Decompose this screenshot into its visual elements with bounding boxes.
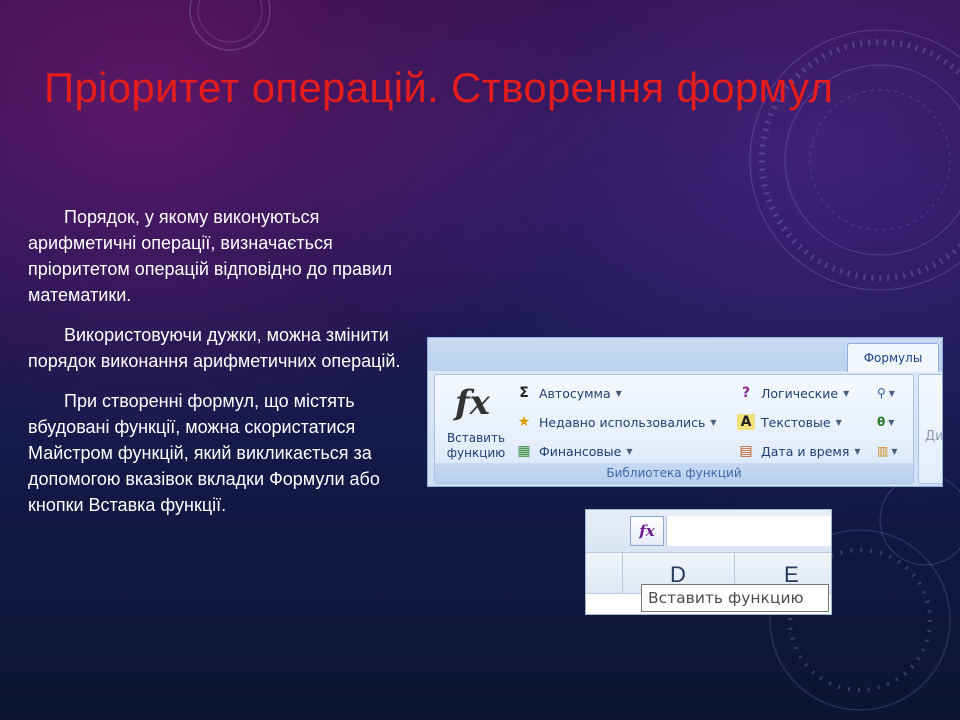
recent-functions-button[interactable]: ★ Недавно использовались ▼ [515, 412, 717, 432]
paragraph-brackets: Використовуючи дужки, можна змінити поря… [28, 325, 401, 371]
insert-function-fx-button[interactable]: fx [630, 516, 664, 546]
text-functions-button[interactable]: A Текстовые ▼ [737, 412, 842, 432]
paragraph-priority: Порядок, у якому виконуються арифметичні… [28, 207, 393, 305]
logical-functions-label: Логические [761, 385, 839, 401]
insert-function-label: Вставить функцию [446, 431, 506, 460]
finance-icon: ▦ [517, 443, 531, 459]
insert-function-tooltip: Вставить функцию [641, 584, 829, 612]
sigma-icon: Σ [519, 385, 529, 401]
star-icon: ★ [517, 414, 531, 430]
lookup-functions-button[interactable]: ⚲ ▼ [877, 383, 909, 403]
autosum-label: Автосумма [539, 385, 611, 401]
financial-functions-label: Финансовые [539, 443, 622, 459]
logical-functions-button[interactable]: ? Логические ▼ [737, 383, 849, 403]
financial-functions-button[interactable]: ▦ Финансовые ▼ [515, 441, 632, 461]
formula-input[interactable] [666, 516, 831, 546]
autosum-button[interactable]: Σ Автосумма ▼ [515, 383, 622, 403]
next-group-partial: Ди [918, 374, 942, 484]
math-theta-icon: θ [877, 415, 886, 429]
function-library-group: fx Вставить функцию Σ Автосумма ▼ ★ Недав… [434, 374, 914, 484]
group-label: Библиотека функций [435, 463, 913, 483]
more-functions-icon: ▥ [877, 444, 889, 458]
text-functions-label: Текстовые [761, 414, 831, 430]
slide-body: Порядок, у якому виконуються арифметичні… [28, 204, 428, 532]
question-book-icon: ? [741, 385, 751, 401]
date-time-functions-label: Дата и время [761, 443, 850, 459]
ribbon-screenshot: Формулы fx Вставить функцию Σ Автосумма ▼… [427, 337, 943, 487]
calendar-icon: ▤ [739, 443, 753, 459]
formula-bar-screenshot: fx D E Вставить функцию [585, 509, 832, 615]
math-functions-button[interactable]: θ ▼ [877, 412, 909, 432]
date-time-functions-button[interactable]: ▤ Дата и время ▼ [737, 441, 860, 461]
slide-title: Пріоритет операцій. Створення формул [44, 64, 834, 111]
paragraph-wizard: При створенні формул, що містять вбудова… [28, 391, 380, 515]
more-functions-button[interactable]: ▥ ▼ [877, 441, 909, 461]
lookup-magnifier-icon: ⚲ [877, 386, 886, 400]
text-a-icon: A [737, 414, 755, 430]
tab-formulas[interactable]: Формулы [847, 343, 939, 372]
recent-functions-label: Недавно использовались [539, 414, 706, 430]
column-separator [622, 553, 623, 593]
fx-icon: fx [455, 383, 490, 423]
